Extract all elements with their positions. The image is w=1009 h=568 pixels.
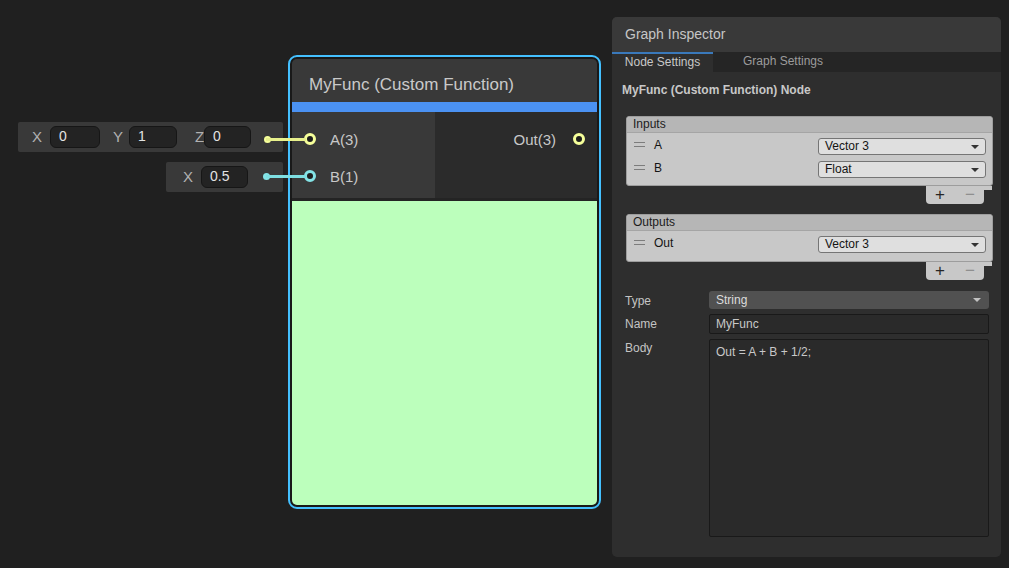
- port-out-icon[interactable]: [573, 133, 585, 145]
- inputs-list: Inputs A Vector 3 B Float: [626, 116, 993, 186]
- outputs-footer-step: [983, 262, 992, 266]
- vector3-input-widget: X 0 Y 1 Z 0: [18, 122, 283, 152]
- outputs-row-out[interactable]: Out Vector 3: [627, 231, 992, 254]
- outputs-footer: + −: [926, 262, 984, 280]
- port-a-label: A(3): [330, 132, 358, 147]
- node-myfunc[interactable]: MyFunc (Custom Function) A(3) B(1) Out(3…: [288, 55, 601, 509]
- node-body: MyFunc (Custom Function) A(3) B(1) Out(3…: [292, 59, 597, 505]
- chevron-down-icon: [971, 145, 979, 149]
- vector3-z-label: Z: [195, 122, 204, 152]
- output-out-name: Out: [654, 236, 673, 250]
- chevron-down-icon: [971, 168, 979, 172]
- edge-vector3-to-a[interactable]: [266, 138, 306, 141]
- input-a-type-dropdown[interactable]: Vector 3: [818, 138, 986, 155]
- vector3-y-field[interactable]: 1: [129, 126, 177, 148]
- edge-float-to-b[interactable]: [266, 175, 306, 178]
- vector3-x-field[interactable]: 0: [50, 126, 100, 148]
- tab-node-settings[interactable]: Node Settings: [612, 52, 713, 72]
- type-label: Type: [625, 294, 651, 308]
- name-field[interactable]: MyFunc: [709, 314, 989, 334]
- node-heading: MyFunc (Custom Function) Node: [622, 83, 811, 97]
- chevron-down-icon: [971, 243, 979, 247]
- outputs-remove-button[interactable]: −: [965, 262, 975, 280]
- inputs-footer-step: [983, 186, 992, 190]
- input-b-type-dropdown[interactable]: Float: [818, 161, 986, 178]
- graph-inspector-panel: Graph Inspector Node Settings Graph Sett…: [612, 17, 1001, 557]
- outputs-list: Outputs Out Vector 3: [626, 214, 993, 262]
- inputs-row-a[interactable]: A Vector 3: [627, 133, 992, 156]
- tab-row: Node Settings Graph Settings: [612, 52, 1001, 72]
- outputs-list-header: Outputs: [627, 215, 992, 231]
- vector3-z-field[interactable]: 0: [204, 126, 251, 148]
- float-x-label: X: [183, 162, 193, 192]
- vector3-x-label: X: [32, 122, 42, 152]
- float-x-field[interactable]: 0.5: [201, 166, 248, 188]
- inputs-add-button[interactable]: +: [935, 186, 945, 204]
- chevron-down-icon: [973, 298, 981, 302]
- outputs-add-button[interactable]: +: [935, 262, 945, 280]
- body-field[interactable]: Out = A + B + 1/2;: [709, 339, 989, 537]
- inputs-row-b[interactable]: B Float: [627, 156, 992, 179]
- port-out-label: Out(3): [513, 132, 556, 147]
- input-a-name: A: [654, 138, 662, 152]
- inputs-list-header: Inputs: [627, 117, 992, 133]
- inputs-remove-button[interactable]: −: [965, 186, 975, 204]
- node-preview: [292, 201, 597, 505]
- node-title: MyFunc (Custom Function): [292, 59, 597, 102]
- input-b-name: B: [654, 161, 662, 175]
- drag-handle-icon[interactable]: [634, 165, 645, 170]
- node-accent-bar: [292, 102, 597, 112]
- node-ports: A(3) B(1) Out(3): [292, 112, 597, 198]
- vector3-y-label: Y: [113, 122, 123, 152]
- tab-graph-settings[interactable]: Graph Settings: [716, 52, 850, 72]
- inputs-footer: + −: [926, 186, 984, 204]
- drag-handle-icon[interactable]: [634, 240, 645, 245]
- name-label: Name: [625, 317, 657, 331]
- port-b-label: B(1): [330, 169, 358, 184]
- type-dropdown[interactable]: String: [709, 291, 989, 309]
- panel-title: Graph Inspector: [612, 17, 1001, 52]
- body-label: Body: [625, 341, 652, 355]
- output-out-type-dropdown[interactable]: Vector 3: [818, 236, 986, 253]
- drag-handle-icon[interactable]: [634, 142, 645, 147]
- node-ports-left-bg: [292, 112, 435, 198]
